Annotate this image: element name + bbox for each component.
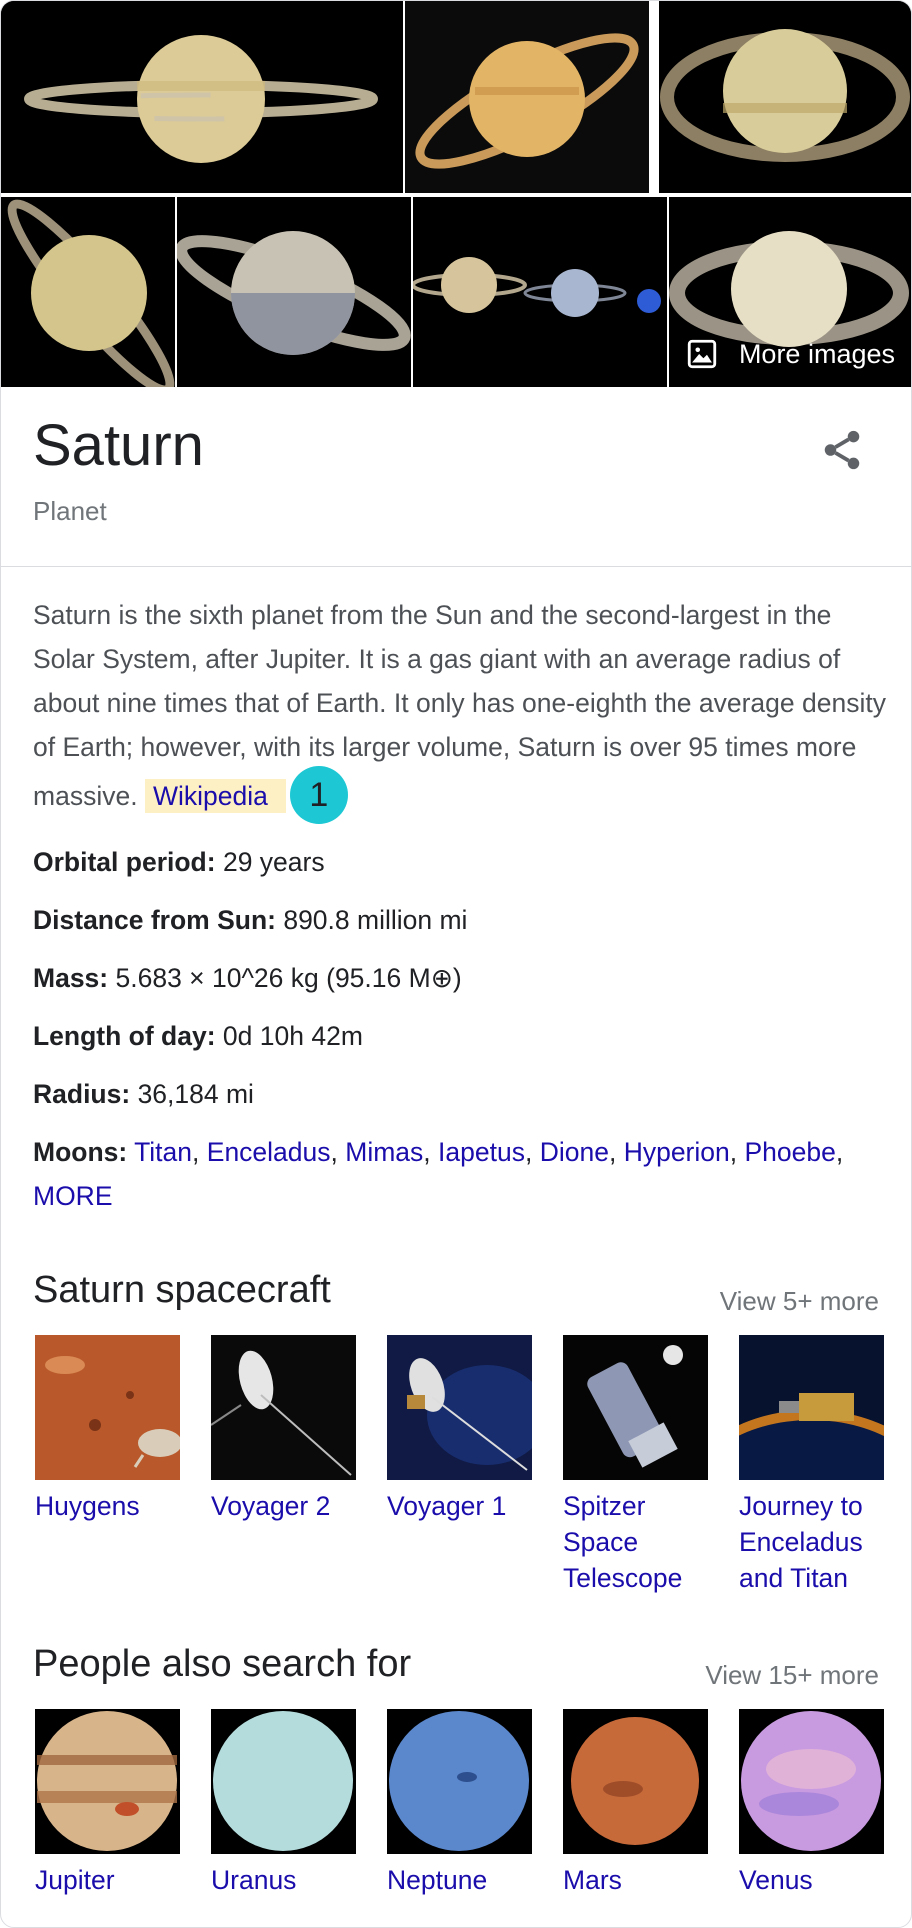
tile-label[interactable]: Venus xyxy=(739,1862,884,1898)
related-tile-mars[interactable]: Mars xyxy=(563,1709,708,1898)
saturn-image-2[interactable] xyxy=(405,1,649,193)
saturn-image-3[interactable] xyxy=(659,1,911,193)
tile-label[interactable]: Voyager 2 xyxy=(211,1488,356,1524)
related-tile-jupiter[interactable]: Jupiter xyxy=(35,1709,180,1898)
fact-mass: Mass: 5.683 × 10^26 kg (95.16 M⊕) xyxy=(33,963,462,994)
spacecraft-section-title: Saturn spacecraft xyxy=(33,1269,331,1311)
moon-link-dione[interactable]: Dione xyxy=(540,1137,609,1167)
moon-link-iapetus[interactable]: Iapetus xyxy=(438,1137,525,1167)
journey-thumbnail[interactable] xyxy=(739,1335,884,1480)
fact-value: 5.683 × 10^26 kg (95.16 M⊕) xyxy=(115,963,462,993)
description: Saturn is the sixth planet from the Sun … xyxy=(33,593,893,827)
venus-thumbnail[interactable] xyxy=(739,1709,884,1854)
saturn-image-1[interactable] xyxy=(1,1,403,193)
tile-label[interactable]: Neptune xyxy=(387,1862,532,1898)
image-icon xyxy=(687,339,717,369)
fact-label[interactable]: Moons: xyxy=(33,1137,127,1167)
divider xyxy=(1,566,911,567)
tile-label[interactable]: Uranus xyxy=(211,1862,356,1898)
annotation-badge: 1 xyxy=(289,766,348,824)
jupiter-thumbnail[interactable] xyxy=(35,1709,180,1854)
entity-title: Saturn xyxy=(33,413,204,478)
spacecraft-tile-journey-enceladus-titan[interactable]: Journey to Enceladus and Titan xyxy=(739,1335,884,1596)
tile-label[interactable]: Journey to Enceladus and Titan xyxy=(739,1488,884,1596)
related-tile-uranus[interactable]: Uranus xyxy=(211,1709,356,1898)
fact-label[interactable]: Length of day: xyxy=(33,1021,216,1051)
moon-link-hyperion[interactable]: Hyperion xyxy=(624,1137,730,1167)
voyager-1-thumbnail[interactable] xyxy=(387,1335,532,1480)
tile-label[interactable]: Huygens xyxy=(35,1488,180,1524)
fact-value: 890.8 million mi xyxy=(283,905,468,935)
related-view-more[interactable]: View 15+ more xyxy=(705,1660,879,1691)
tile-label[interactable]: Voyager 1 xyxy=(387,1488,532,1524)
related-tile-venus[interactable]: Venus xyxy=(739,1709,884,1898)
huygens-thumbnail[interactable] xyxy=(35,1335,180,1480)
moon-link-phoebe[interactable]: Phoebe xyxy=(744,1137,835,1167)
saturn-image-7[interactable]: More images xyxy=(669,197,911,387)
planets-comparison-image[interactable] xyxy=(413,197,667,387)
moon-link-enceladus[interactable]: Enceladus xyxy=(207,1137,331,1167)
entity-subtitle: Planet xyxy=(33,496,107,526)
fact-value: 29 years xyxy=(222,847,325,877)
spacecraft-tile-voyager-1[interactable]: Voyager 1 xyxy=(387,1335,532,1524)
fact-distance-from-sun: Distance from Sun: 890.8 million mi xyxy=(33,905,467,936)
spacecraft-view-more[interactable]: View 5+ more xyxy=(720,1286,879,1317)
tile-label[interactable]: Jupiter xyxy=(35,1862,180,1898)
fact-length-of-day: Length of day: 0d 10h 42m xyxy=(33,1021,363,1052)
more-images-label: More images xyxy=(738,338,895,369)
moon-link-titan[interactable]: Titan xyxy=(134,1137,192,1167)
fact-label[interactable]: Radius: xyxy=(33,1079,130,1109)
wikipedia-link[interactable]: Wikipedia xyxy=(144,779,286,813)
fact-orbital-period: Orbital period: 29 years xyxy=(33,847,325,878)
spacecraft-tile-huygens[interactable]: Huygens xyxy=(35,1335,180,1524)
tile-label[interactable]: Mars xyxy=(563,1862,708,1898)
uranus-thumbnail[interactable] xyxy=(211,1709,356,1854)
tile-label[interactable]: Spitzer Space Telescope xyxy=(563,1488,708,1596)
saturn-image-5[interactable] xyxy=(177,197,411,387)
fact-value: 36,184 mi xyxy=(137,1079,254,1109)
fact-label[interactable]: Mass: xyxy=(33,963,108,993)
fact-value: 0d 10h 42m xyxy=(222,1021,363,1051)
neptune-thumbnail[interactable] xyxy=(387,1709,532,1854)
related-tile-neptune[interactable]: Neptune xyxy=(387,1709,532,1898)
knowledge-panel: More images Saturn Planet Saturn is the … xyxy=(0,0,912,1928)
related-section-title: People also search for xyxy=(33,1643,412,1685)
share-icon[interactable] xyxy=(819,427,865,473)
spacecraft-tile-voyager-2[interactable]: Voyager 2 xyxy=(211,1335,356,1524)
spacecraft-tile-spitzer[interactable]: Spitzer Space Telescope xyxy=(563,1335,708,1596)
saturn-image-4[interactable] xyxy=(1,197,175,387)
spitzer-thumbnail[interactable] xyxy=(563,1335,708,1480)
fact-radius: Radius: 36,184 mi xyxy=(33,1079,254,1110)
voyager-2-thumbnail[interactable] xyxy=(211,1335,356,1480)
fact-moons: Moons: Titan, Enceladus, Mimas, Iapetus,… xyxy=(33,1137,844,1167)
moons-more-link[interactable]: MORE xyxy=(33,1181,113,1212)
more-images-button[interactable]: More images xyxy=(685,337,895,371)
mars-thumbnail[interactable] xyxy=(563,1709,708,1854)
fact-label[interactable]: Distance from Sun: xyxy=(33,905,276,935)
fact-label: Orbital period: xyxy=(33,847,216,877)
moon-link-mimas[interactable]: Mimas xyxy=(345,1137,423,1167)
